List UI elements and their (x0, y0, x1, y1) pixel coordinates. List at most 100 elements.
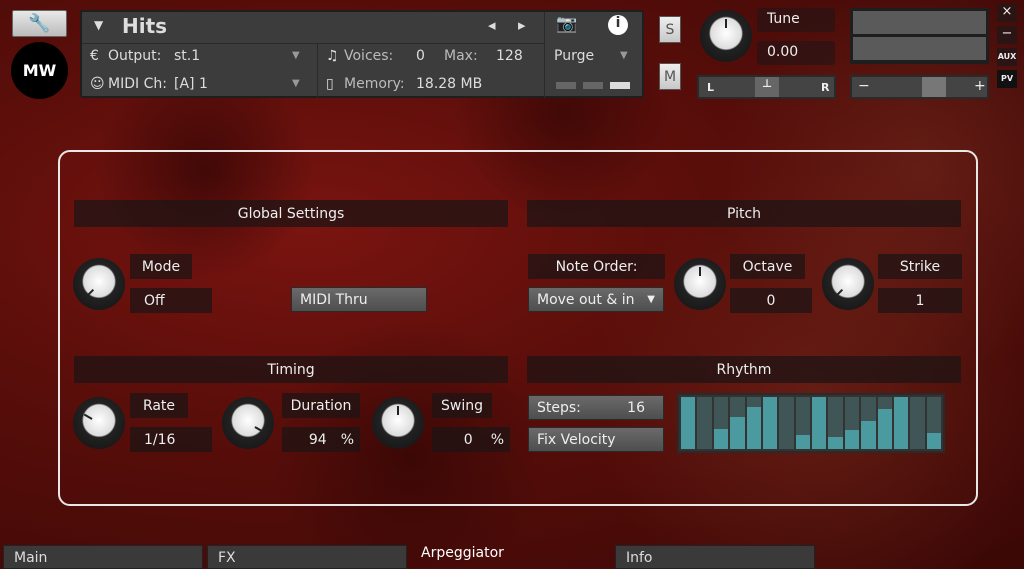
pan-left-label: L (707, 81, 715, 94)
midi-icon: ☺ (90, 76, 105, 92)
tune-value[interactable]: 0.00 (757, 41, 835, 65)
note-order-label: Note Order: (528, 254, 665, 279)
tab-fx[interactable]: FX (207, 545, 407, 569)
midi-label: MIDI Ch: (108, 76, 167, 92)
purge-indicator (583, 82, 603, 89)
step-11[interactable] (844, 397, 860, 449)
mode-label: Mode (130, 254, 192, 279)
fix-velocity-button[interactable]: Fix Velocity (528, 427, 664, 452)
step-level-bar (877, 408, 892, 449)
dropdown-arrow-icon[interactable]: ▼ (292, 50, 300, 61)
rate-value[interactable]: 1/16 (130, 427, 212, 452)
output-icon: € (90, 48, 99, 64)
global-settings-heading: Global Settings (74, 200, 508, 227)
strike-label: Strike (878, 254, 962, 279)
collapse-arrow-icon[interactable]: ▼ (94, 18, 103, 32)
max-label: Max: (444, 48, 478, 64)
step-level-bar (795, 434, 810, 449)
dropdown-arrow-icon[interactable]: ▼ (620, 50, 628, 61)
mode-value[interactable]: Off (130, 288, 212, 313)
volume-plus[interactable]: + (974, 78, 986, 94)
step-8[interactable] (795, 397, 810, 449)
strike-value[interactable]: 1 (878, 288, 962, 313)
swing-field[interactable]: 0% (432, 427, 510, 452)
tab-info[interactable]: Info (615, 545, 815, 569)
step-level-bar (828, 436, 843, 449)
step-level-bar (713, 429, 729, 449)
swing-knob[interactable] (372, 397, 424, 449)
mute-button[interactable]: M (659, 63, 681, 90)
steps-field[interactable]: Steps: 16 (528, 395, 664, 420)
info-icon[interactable]: i (608, 15, 628, 35)
step-7[interactable] (779, 397, 794, 449)
instrument-header: ▼ Hits ◂ ▸ 📷 i € Output: st.1 ▼ ☺ MIDI C… (80, 10, 644, 98)
pan-handle[interactable]: ⊥ (755, 77, 779, 97)
step-level-bar (861, 420, 876, 449)
output-select[interactable]: st.1 (174, 48, 200, 64)
memory-icon: ▯ (326, 76, 334, 92)
level-meter (850, 8, 989, 64)
tune-knob[interactable] (700, 10, 752, 62)
mode-knob[interactable] (73, 258, 125, 310)
memory-value: 18.28 MB (416, 76, 483, 92)
step-level-bar (844, 430, 860, 449)
max-voices-value[interactable]: 128 (496, 48, 523, 64)
strike-knob[interactable] (822, 258, 874, 310)
volume-handle[interactable] (922, 77, 946, 97)
step-3[interactable] (713, 397, 729, 449)
volume-slider[interactable]: − + (850, 75, 989, 99)
step-5[interactable] (746, 397, 761, 449)
aux-button[interactable]: AUX (997, 48, 1017, 66)
step-16[interactable] (926, 397, 941, 449)
step-4[interactable] (730, 397, 745, 449)
step-level-bar (893, 397, 909, 449)
instrument-name[interactable]: Hits (122, 14, 167, 38)
rate-label: Rate (130, 393, 188, 418)
note-order-dropdown[interactable]: Move out & in ▼ (528, 287, 664, 312)
volume-minus[interactable]: − (858, 78, 870, 94)
close-button[interactable]: × (997, 4, 1017, 22)
step-level-bar (812, 397, 827, 449)
dropdown-arrow-icon[interactable]: ▼ (292, 78, 300, 89)
step-14[interactable] (893, 397, 909, 449)
step-6[interactable] (762, 397, 778, 449)
instrument-logo: MW (11, 42, 68, 99)
tab-arpeggiator[interactable]: Arpeggiator (411, 541, 611, 569)
pan-slider[interactable]: L ⊥ R (697, 75, 836, 99)
next-arrow-icon[interactable]: ▸ (518, 16, 526, 34)
step-level-bar (762, 397, 778, 449)
duration-field[interactable]: 94% (282, 427, 360, 452)
purge-menu[interactable]: Purge (554, 48, 594, 64)
step-13[interactable] (877, 397, 892, 449)
step-10[interactable] (828, 397, 843, 449)
midi-thru-button[interactable]: MIDI Thru (291, 287, 427, 312)
solo-button[interactable]: S (659, 16, 681, 43)
rate-knob[interactable] (73, 397, 125, 449)
prev-arrow-icon[interactable]: ◂ (488, 16, 496, 34)
step-9[interactable] (812, 397, 827, 449)
step-sequencer[interactable] (677, 393, 945, 453)
camera-icon[interactable]: 📷 (556, 14, 577, 34)
swing-label: Swing (432, 393, 492, 418)
voices-label: Voices: (344, 48, 394, 64)
step-1[interactable] (681, 397, 696, 449)
step-level-bar (926, 433, 941, 449)
minimize-button[interactable]: − (997, 26, 1017, 44)
duration-value: 94 (308, 431, 327, 448)
duration-knob[interactable] (222, 397, 274, 449)
octave-value[interactable]: 0 (730, 288, 812, 313)
step-15[interactable] (910, 397, 925, 449)
step-12[interactable] (861, 397, 876, 449)
midi-channel-select[interactable]: [A] 1 (174, 76, 208, 92)
pv-button[interactable]: PV (997, 70, 1017, 88)
octave-knob[interactable] (674, 258, 726, 310)
wrench-button[interactable]: 🔧 (12, 10, 67, 37)
step-level-bar (746, 407, 761, 449)
voices-value: 0 (416, 48, 425, 64)
steps-value: 16 (627, 399, 645, 416)
step-2[interactable] (697, 397, 712, 449)
purge-indicator (610, 82, 630, 89)
rhythm-heading: Rhythm (527, 356, 961, 383)
step-level-bar (681, 397, 696, 449)
tab-main[interactable]: Main (3, 545, 203, 569)
